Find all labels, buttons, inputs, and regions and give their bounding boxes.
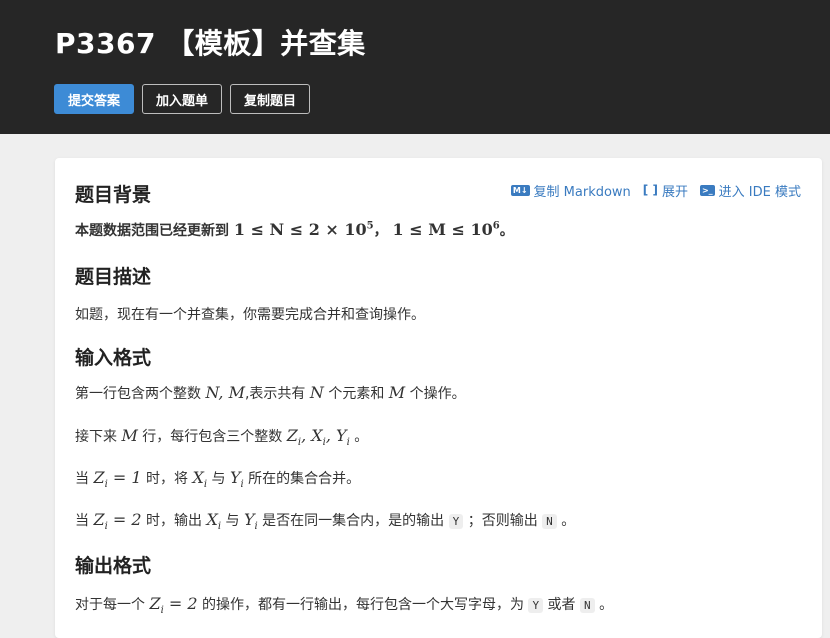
text-segment: 时，将	[146, 471, 188, 487]
math-var: Z	[93, 510, 105, 529]
text-segment: 个操作。	[409, 386, 466, 402]
section-heading-output: 输出格式	[75, 555, 152, 577]
expand-icon: [ ]	[642, 183, 658, 197]
text-segment: 。	[499, 223, 514, 239]
math-expr: = 2	[163, 594, 198, 613]
math-inline: N	[309, 383, 324, 402]
math-inline: Yi	[229, 468, 244, 491]
math-inline: Zi = 2	[149, 594, 198, 616]
math-subscript: i	[240, 479, 244, 491]
math-exponent: 6	[492, 220, 500, 232]
text-segment: 当	[75, 471, 89, 487]
math-expr: = 1	[107, 468, 142, 487]
text-segment: 的操作，都有一行输出，每行包含一个大写字母，为	[202, 597, 524, 613]
text-segment: 与	[211, 471, 226, 487]
output-line-1: 对于每一个 Zi = 2 的操作，都有一行输出，每行包含一个大写字母，为 Y 或…	[75, 594, 613, 616]
math-var: , X	[301, 426, 323, 445]
ide-mode-link[interactable]: >_ 进入 IDE 模式	[699, 181, 801, 200]
math-var: Z	[149, 594, 161, 613]
math-var: , Y	[325, 426, 347, 445]
input-line-2: 接下来 M 行，每行包含三个整数 Zi, Xi, Yi 。	[75, 426, 368, 448]
markdown-icon: M↓	[510, 185, 530, 196]
submit-button[interactable]: 提交答案	[54, 84, 135, 114]
action-bar: 提交答案 加入题单 复制题目	[54, 84, 311, 114]
math-inline: Zi = 1	[93, 468, 142, 490]
copy-problem-button[interactable]: 复制题目	[230, 84, 311, 114]
math-inline: 1 ≤ M ≤ 106	[393, 220, 500, 239]
math-var: X	[192, 468, 204, 487]
math-subscript: i	[217, 521, 222, 533]
section-heading-description: 题目描述	[75, 266, 152, 288]
input-line-3: 当 Zi = 1 时，将 Xi 与 Yi 所在的集合合并。	[75, 468, 360, 490]
terminal-icon: >_	[699, 185, 715, 196]
text-segment: 。	[599, 597, 614, 613]
section-heading-background: 题目背景	[75, 184, 152, 206]
expand-label: 展开	[661, 185, 688, 200]
inline-code: N	[542, 514, 557, 529]
math-expr: = 2	[107, 510, 142, 529]
math-var: X	[206, 510, 218, 529]
text-segment: 是否在同一集合内，是的输出	[262, 513, 445, 529]
text-segment: 。	[561, 513, 576, 529]
math-var: Z	[286, 426, 298, 445]
text-segment: 当	[75, 513, 89, 529]
problem-header: P3367 【模板】并查集 提交答案 加入题单 复制题目	[0, 0, 830, 134]
background-text: 本题数据范围已经更新到 1 ≤ N ≤ 2 × 105， 1 ≤ M ≤ 106…	[75, 220, 514, 240]
math-exponent: 5	[366, 220, 374, 232]
statement-toolbar: M↓ 复制 Markdown [ ] 展开 >_ 进入 IDE 模式	[510, 181, 801, 200]
inline-code: Y	[448, 514, 464, 529]
math-expr: 1 ≤ M ≤ 10	[392, 220, 493, 239]
add-to-list-button[interactable]: 加入题单	[142, 84, 223, 114]
text-segment: ；否则输出	[467, 513, 538, 529]
math-subscript: i	[346, 437, 350, 449]
text-segment: ，	[373, 223, 388, 239]
text-segment: 与	[225, 513, 240, 529]
input-line-1: 第一行包含两个整数 N, M,表示共有 N 个元素和 M 个操作。	[75, 383, 466, 403]
math-inline: M	[388, 383, 406, 402]
text-segment: 或者	[547, 597, 576, 613]
math-inline: Zi = 2	[93, 510, 142, 532]
text-segment: 。	[354, 429, 369, 445]
math-expr: 1 ≤ N ≤ 2 × 10	[233, 220, 367, 239]
math-inline: N, M	[205, 383, 245, 402]
math-inline: Xi	[206, 510, 222, 533]
input-line-4: 当 Zi = 2 时，输出 Xi 与 Yi 是否在同一集合内，是的输出 Y ；否…	[75, 510, 575, 532]
expand-link[interactable]: [ ] 展开	[643, 181, 688, 200]
copy-markdown-label: 复制 Markdown	[533, 185, 631, 200]
math-subscript: i	[254, 521, 258, 533]
text-segment: 本题数据范围已经更新到	[75, 223, 229, 239]
copy-markdown-link[interactable]: M↓ 复制 Markdown	[510, 181, 631, 200]
description-text: 如题，现在有一个并查集，你需要完成合并和查询操作。	[75, 307, 425, 323]
math-subscript: i	[203, 479, 208, 491]
inline-code: Y	[528, 598, 544, 613]
page-title: P3367 【模板】并查集	[55, 27, 366, 60]
math-var: Y	[243, 510, 255, 529]
text-segment: 所在的集合合并。	[248, 471, 361, 487]
text-segment: ,表示共有	[244, 386, 306, 402]
math-inline: 1 ≤ N ≤ 2 × 105	[234, 220, 374, 239]
text-segment: 行，每行包含三个整数	[142, 429, 283, 445]
text-segment: 时，输出	[146, 513, 202, 529]
inline-code: N	[579, 598, 595, 613]
math-var: Y	[229, 468, 241, 487]
text-segment: 第一行包含两个整数	[75, 386, 201, 402]
math-inline: Yi	[243, 510, 258, 533]
math-inline: Zi, Xi, Yi	[286, 426, 350, 449]
section-heading-input: 输入格式	[75, 347, 152, 369]
ide-mode-label: 进入 IDE 模式	[718, 185, 801, 200]
text-segment: 个元素和	[328, 386, 385, 402]
math-inline: Xi	[192, 468, 208, 491]
problem-statement-card: M↓ 复制 Markdown [ ] 展开 >_ 进入 IDE 模式 题目背景 …	[55, 158, 822, 638]
math-var: Z	[93, 468, 105, 487]
text-segment: 接下来	[75, 429, 117, 445]
math-inline: M	[121, 426, 138, 445]
text-segment: 对于每一个	[75, 597, 145, 613]
